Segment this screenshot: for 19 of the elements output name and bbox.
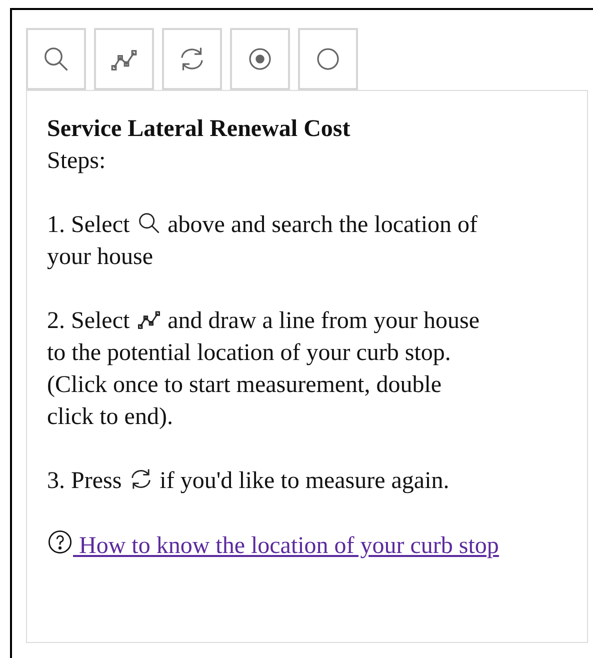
panel-title: Service Lateral Renewal Cost xyxy=(47,115,352,144)
help-link[interactable]: How to know the location of your curb stop xyxy=(73,533,499,559)
step-text: if you'd like to measure again. xyxy=(160,468,450,494)
tool-button[interactable] xyxy=(162,28,222,90)
step-text: 3. Press xyxy=(47,468,122,494)
step-text: 2. Select xyxy=(47,308,130,334)
steps-label: Steps: xyxy=(47,147,107,176)
step-text: your house xyxy=(47,244,153,270)
step-text: (Click once to start measurement, double xyxy=(47,372,442,398)
step-text: above and search the location of xyxy=(168,212,478,238)
tool-button[interactable] xyxy=(230,28,290,90)
step-text: 1. Select xyxy=(47,212,130,238)
tool-button[interactable] xyxy=(298,28,358,90)
step-text: and draw a line from your house xyxy=(168,308,480,334)
tool-button[interactable] xyxy=(26,28,86,90)
tool-button[interactable] xyxy=(94,28,154,90)
help-icon xyxy=(47,529,73,555)
step-text: click to end). xyxy=(47,404,173,430)
step-text: to the potential location of your curb stop. xyxy=(47,340,451,366)
